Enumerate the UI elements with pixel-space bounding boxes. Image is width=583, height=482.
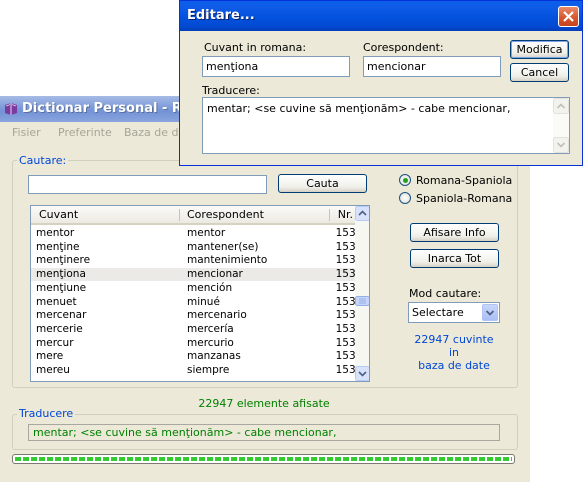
word-count-line1: 22947 cuvinte in <box>414 333 494 359</box>
elements-shown-status: 22947 elemente afisate <box>198 397 330 410</box>
menu-fisier[interactable]: Fisier <box>12 126 41 139</box>
word-count-line2: baza de date <box>418 359 490 372</box>
table-row[interactable]: mercerie mercería 15371 <box>31 322 369 336</box>
cell-cuvant: mentor <box>36 227 75 239</box>
table-row[interactable]: menţiune mención 15368 <box>31 281 369 295</box>
column-nr[interactable]: Nr. <box>338 208 353 221</box>
list-scrollbar[interactable] <box>355 206 369 381</box>
correspondent-input[interactable] <box>363 56 501 77</box>
table-row[interactable]: menuet minué 15369 <box>31 295 369 309</box>
search-mode-select[interactable]: Selectare <box>408 302 500 323</box>
column-cuvant[interactable]: Cuvant <box>39 208 78 221</box>
translation-group-label: Traducere <box>17 407 76 420</box>
edit-dialog: Editare... Cuvant in romana: Coresponden… <box>179 0 583 166</box>
cell-cuvant: menţine <box>36 240 80 253</box>
cell-cuvant: menţiona <box>36 268 86 281</box>
cell-cuvant: mercur <box>36 336 74 349</box>
cell-cuvant: menuet <box>36 295 77 308</box>
cell-corespondent: mantenimiento <box>187 254 268 267</box>
search-group-label: Cautare: <box>17 154 69 167</box>
table-row[interactable]: mentor mentor 15364 <box>31 227 369 240</box>
correspondent-label: Corespondent: <box>363 41 444 54</box>
table-row[interactable]: menţine mantener(se) 15365 <box>31 240 369 254</box>
dialog-translation-label: Traducere: <box>202 84 260 97</box>
cell-corespondent: mención <box>187 281 233 294</box>
table-row[interactable]: mercur mercurio 15372 <box>31 336 369 350</box>
cell-corespondent: minué <box>187 295 220 308</box>
table-row[interactable]: menţiona mencionar 15367 <box>31 268 369 282</box>
dialog-title: Editare... <box>187 8 255 23</box>
cell-cuvant: mercenar <box>36 309 87 322</box>
cell-cuvant: menţinere <box>36 254 91 267</box>
search-input[interactable] <box>28 175 267 194</box>
radio-romana-spaniola[interactable] <box>399 174 411 186</box>
cell-cuvant: mercerie <box>36 322 83 335</box>
search-button[interactable]: Cauta <box>278 174 367 193</box>
translation-text: mentar; <se cuvine să menţionăm> - cabe … <box>28 424 500 441</box>
radio-romana-spaniola-label: Romana-Spaniola <box>416 174 513 187</box>
menu-preferinte[interactable]: Preferinte <box>58 126 112 139</box>
cell-corespondent: siempre <box>187 364 230 376</box>
search-mode-value: Selectare <box>412 306 464 319</box>
close-icon[interactable] <box>558 6 579 27</box>
textarea-scrollbar[interactable] <box>553 98 569 153</box>
radio-spaniola-romana[interactable] <box>399 192 411 204</box>
column-corespondent[interactable]: Corespondent <box>187 208 264 221</box>
search-mode-label: Mod cautare: <box>409 287 482 300</box>
cell-corespondent: mercería <box>187 322 234 335</box>
cell-cuvant: mereu <box>36 364 70 376</box>
cell-corespondent: manzanas <box>187 350 241 363</box>
table-row[interactable]: mereu siempre 15374 <box>31 364 369 377</box>
list-header: Cuvant Corespondent Nr. <box>31 206 356 225</box>
cell-corespondent: mantener(se) <box>187 240 259 253</box>
word-list[interactable]: Cuvant Corespondent Nr. mentor mentor 1536… <box>30 205 370 382</box>
radio-spaniola-romana-label: Spaniola-Romana <box>416 192 513 205</box>
progress-bar <box>12 454 515 464</box>
modify-button[interactable]: Modifica <box>510 40 569 59</box>
chevron-down-icon[interactable] <box>482 304 498 321</box>
cell-corespondent: mercenario <box>187 309 247 322</box>
cell-corespondent: mencionar <box>187 268 243 281</box>
scrollbar-graphics <box>355 206 369 381</box>
word-count: 22947 cuvinte in baza de date <box>410 333 498 372</box>
dialog-title-bar[interactable]: Editare... <box>180 1 582 31</box>
dialog-translation-textarea[interactable]: mentar; <se cuvine să menţionăm> - cabe … <box>202 97 570 154</box>
load-all-button[interactable]: Inarca Tot <box>410 249 499 268</box>
book-icon <box>5 103 17 115</box>
show-info-button[interactable]: Afisare Info <box>410 223 499 242</box>
cell-cuvant: menţiune <box>36 281 87 294</box>
table-row[interactable]: mercenar mercenario 15370 <box>31 309 369 322</box>
dialog-translation-text: mentar; <se cuvine să menţionăm> - cabe … <box>207 102 511 115</box>
cell-cuvant: mere <box>36 350 64 363</box>
cancel-button[interactable]: Cancel <box>510 63 569 82</box>
table-row[interactable]: mere manzanas 15373 <box>31 350 369 363</box>
table-row[interactable]: menţinere mantenimiento 15366 <box>31 254 369 267</box>
ro-word-label: Cuvant in romana: <box>204 41 307 54</box>
cell-corespondent: mercurio <box>187 336 234 349</box>
cell-corespondent: mentor <box>187 227 226 239</box>
menu-baza-de-date[interactable]: Baza de da <box>124 126 185 139</box>
progress-fill <box>15 457 512 461</box>
ro-word-input[interactable] <box>202 56 350 77</box>
